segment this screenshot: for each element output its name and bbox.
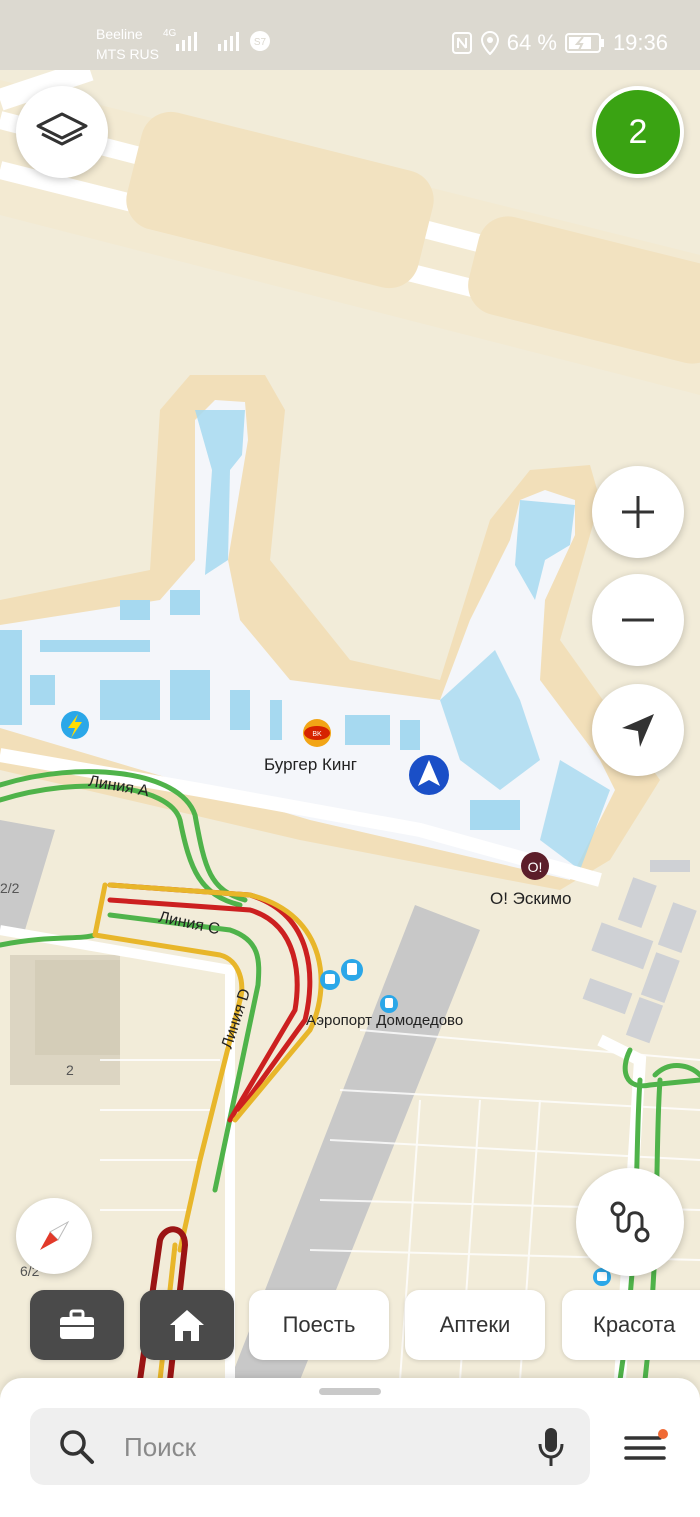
nfc-icon	[451, 32, 472, 54]
layers-button[interactable]	[16, 86, 108, 178]
chip-pharmacy[interactable]: Аптеки	[405, 1290, 545, 1360]
svg-text:O!: O!	[528, 859, 543, 875]
compass-button[interactable]	[16, 1198, 92, 1274]
briefcase-icon	[60, 1309, 94, 1339]
carrier-1: Beeline	[96, 26, 143, 42]
traffic-level-button[interactable]: 2	[592, 86, 684, 178]
zoom-out-button[interactable]	[592, 574, 684, 666]
search-bar[interactable]: Поиск	[30, 1408, 590, 1485]
carrier-labels: Beeline MTS RUS	[96, 24, 159, 64]
compass-icon	[40, 1220, 70, 1250]
tram-stop-icon[interactable]	[341, 959, 363, 981]
bottom-sheet: Поиск	[0, 1378, 700, 1517]
plus-icon	[622, 496, 654, 528]
svg-text:S7: S7	[254, 37, 267, 48]
chip-eat[interactable]: Поесть	[249, 1290, 389, 1360]
bus-stop-icon[interactable]	[320, 970, 340, 990]
traffic-level-value: 2	[596, 90, 680, 174]
search-icon	[60, 1430, 94, 1464]
minus-icon	[622, 618, 654, 622]
user-location-marker	[409, 755, 449, 795]
navigation-arrow-icon	[622, 714, 654, 747]
building-number: 2	[66, 1062, 74, 1078]
stop-label-airport[interactable]: Аэропорт Домодедово	[306, 1012, 463, 1029]
microphone-icon[interactable]	[536, 1426, 566, 1468]
home-chip[interactable]	[140, 1290, 234, 1360]
charging-station-icon[interactable]	[61, 711, 89, 739]
home-icon	[170, 1310, 204, 1341]
carrier-2: MTS RUS	[96, 46, 159, 62]
search-input[interactable]: Поиск	[124, 1432, 196, 1463]
train-stop-icon[interactable]	[380, 995, 398, 1013]
house-number: 2/2	[0, 880, 20, 896]
svg-text:BK: BK	[312, 731, 322, 738]
route-button[interactable]	[576, 1168, 684, 1276]
chip-beauty[interactable]: Красота	[562, 1290, 700, 1360]
ice-cream-poi-icon[interactable]: O!	[521, 852, 549, 880]
menu-icon	[624, 1429, 668, 1460]
location-icon	[480, 31, 499, 55]
poi-label-eskimo[interactable]: О! Эскимо	[490, 889, 571, 909]
status-bar: Beeline MTS RUS 4G S7 64 % 19:36	[0, 0, 700, 70]
zoom-in-button[interactable]	[592, 466, 684, 558]
clock: 19:36	[612, 30, 668, 55]
signal-icon	[176, 32, 197, 51]
route-icon	[610, 1201, 650, 1243]
burger-king-logo[interactable]: BK	[303, 719, 331, 747]
sheet-handle[interactable]	[319, 1388, 381, 1395]
layers-icon	[36, 112, 88, 146]
my-location-button[interactable]	[592, 684, 684, 776]
menu-button[interactable]	[622, 1428, 670, 1468]
signal-icon-2	[218, 32, 239, 51]
work-chip[interactable]	[30, 1290, 124, 1360]
battery-charging-icon	[564, 33, 604, 53]
battery-percent: 64 %	[506, 30, 557, 55]
category-chips: Поесть Аптеки Красота	[0, 1290, 700, 1362]
s7-app-icon: S7	[250, 31, 270, 51]
poi-label-burger-king[interactable]: Бургер Кинг	[264, 755, 357, 775]
